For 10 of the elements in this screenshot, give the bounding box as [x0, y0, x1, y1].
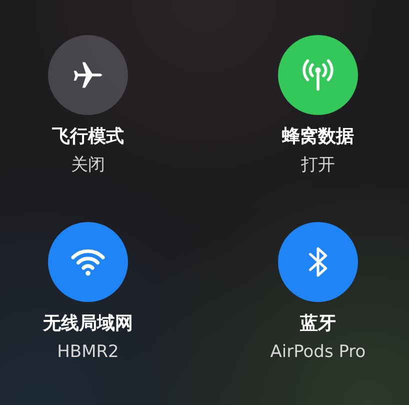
wifi-icon	[70, 247, 106, 277]
toggle-status: HBMR2	[57, 341, 119, 363]
toggle-title: 蜂窝数据	[282, 125, 354, 149]
toggle-title: 飞行模式	[52, 125, 124, 149]
bluetooth-icon	[307, 245, 329, 279]
toggle-status: 关闭	[71, 154, 105, 176]
toggle-title: 蓝牙	[300, 312, 336, 336]
toggle-title: 无线局域网	[43, 312, 133, 336]
toggle-status: 打开	[301, 154, 335, 176]
toggle-status: AirPods Pro	[270, 341, 366, 363]
